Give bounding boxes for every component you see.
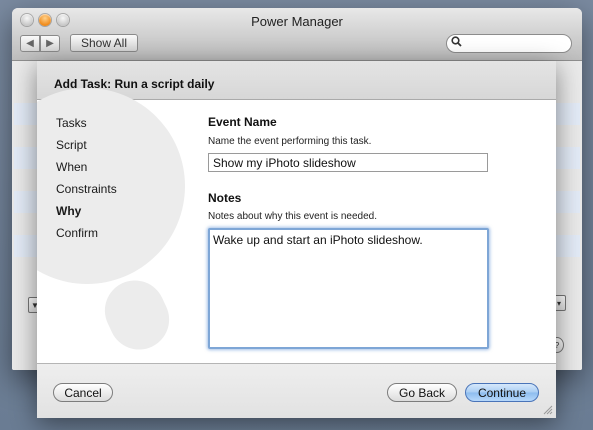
step-tasks: Tasks: [56, 116, 87, 130]
event-name-description: Name the event performing this task.: [208, 136, 372, 147]
window-toolbar: Power Manager ◀ ▶ Show All: [12, 8, 582, 61]
add-task-sheet: Add Task: Run a script daily Tasks Scrip…: [37, 61, 556, 418]
show-all-button[interactable]: Show All: [70, 34, 138, 52]
forward-arrow-icon: ▶: [46, 38, 54, 49]
forward-arrow-button[interactable]: ▶: [40, 35, 60, 52]
continue-button[interactable]: Continue: [465, 383, 539, 402]
window-title: Power Manager: [251, 14, 343, 29]
cancel-button[interactable]: Cancel: [53, 383, 113, 402]
step-when: When: [56, 160, 88, 174]
notes-textarea[interactable]: Wake up and start an iPhoto slideshow.: [208, 228, 489, 349]
resize-grip-icon[interactable]: [543, 405, 553, 415]
step-constraints: Constraints: [56, 182, 117, 196]
step-confirm: Confirm: [56, 226, 99, 240]
notes-heading: Notes: [208, 191, 242, 205]
notes-description: Notes about why this event is needed.: [208, 211, 377, 222]
search-icon: [451, 36, 462, 50]
back-arrow-icon: ◀: [26, 38, 34, 49]
watermark-logo: [95, 270, 179, 360]
event-name-field[interactable]: [208, 153, 488, 172]
search-field[interactable]: [446, 34, 572, 53]
step-script: Script: [56, 138, 87, 152]
go-back-button[interactable]: Go Back: [387, 383, 457, 402]
step-why: Why: [56, 204, 82, 218]
event-name-heading: Event Name: [208, 115, 277, 129]
back-arrow-button[interactable]: ◀: [20, 35, 40, 52]
sheet-footer: Cancel Go Back Continue: [37, 363, 556, 418]
